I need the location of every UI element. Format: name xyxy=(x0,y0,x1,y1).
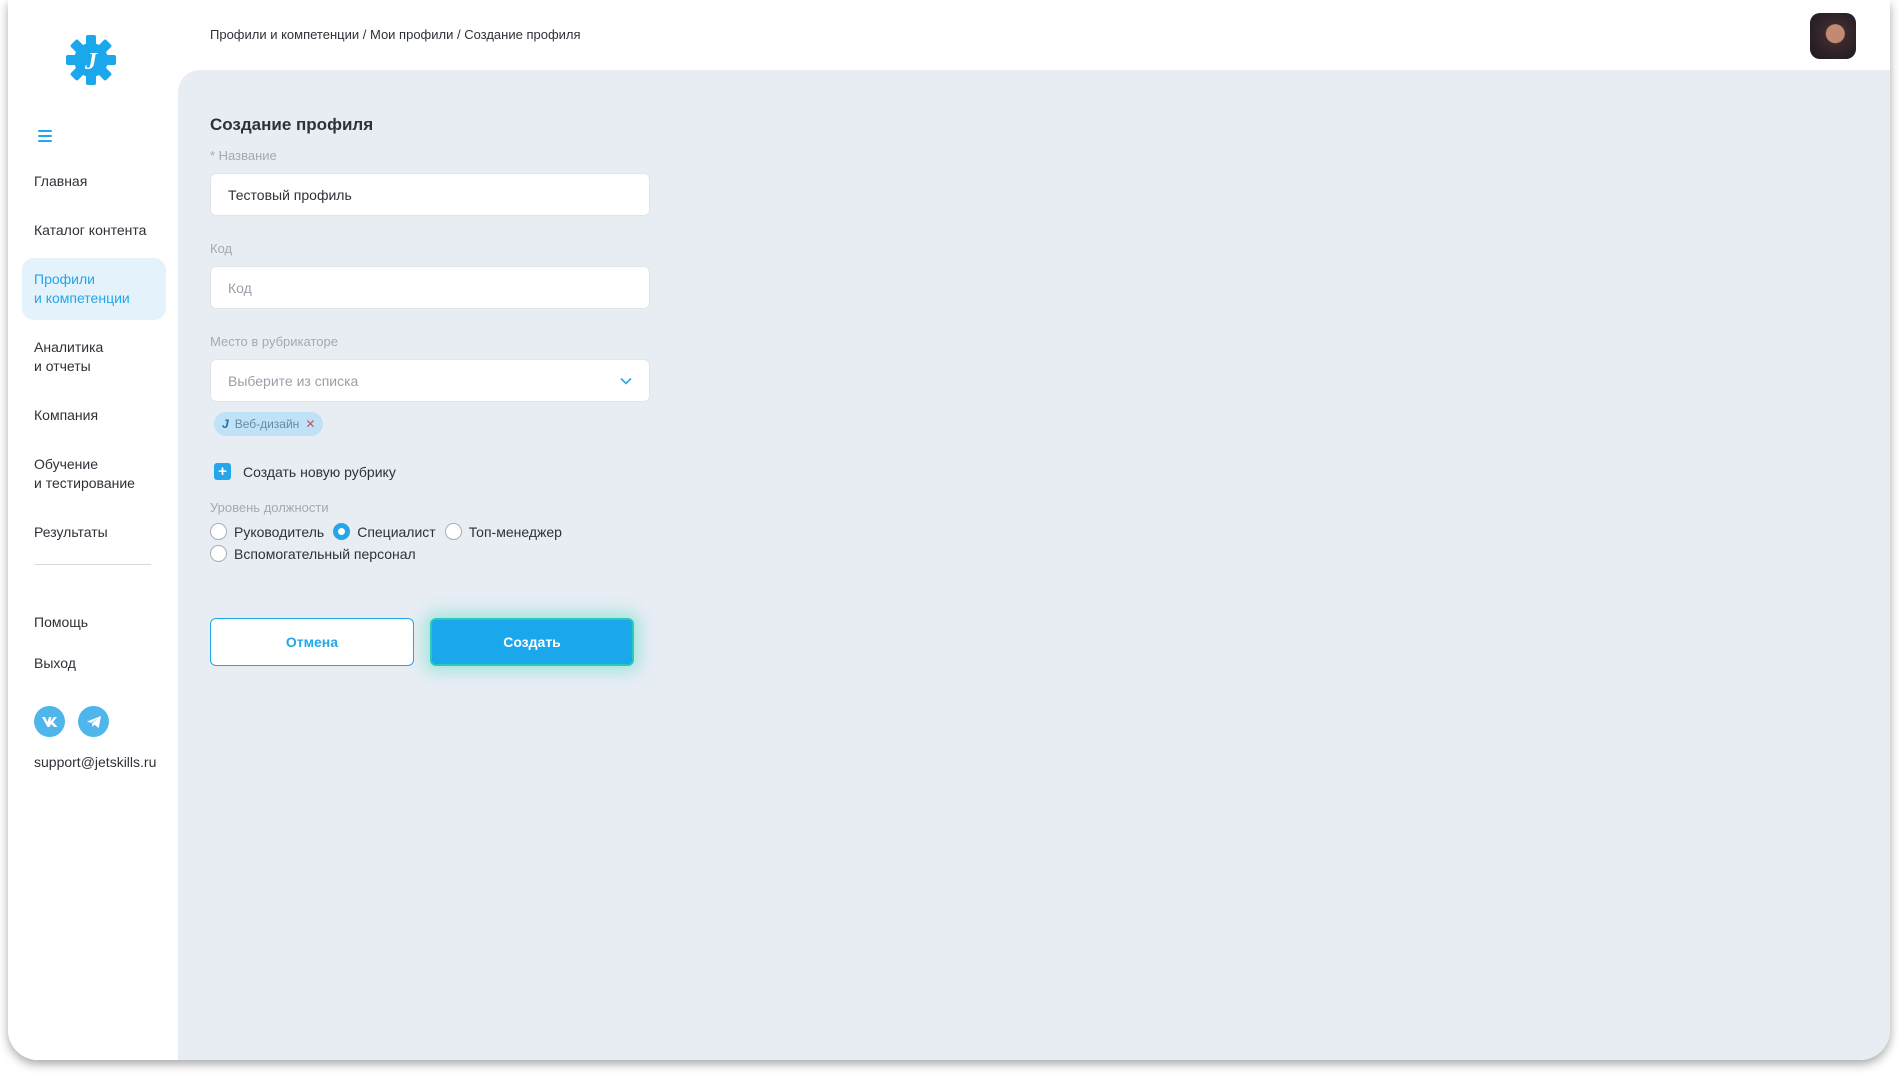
sidebar: J Главная Каталог контента Профили и ком… xyxy=(8,0,178,1060)
code-label: Код xyxy=(210,241,233,256)
sidebar-bottom-nav: Помощь Выход xyxy=(34,614,88,696)
category-chip: J Веб-дизайн ✕ xyxy=(214,412,324,436)
radio-top-manager[interactable]: Топ-менеджер xyxy=(444,523,562,540)
level-radio-group: Руководитель Специалист Топ-менеджер Всп… xyxy=(210,523,650,562)
support-email-link[interactable]: support@jetskills.ru xyxy=(34,754,156,770)
breadcrumb: Профили и компетенции / Мои профили / Со… xyxy=(210,27,581,42)
breadcrumb-separator: / xyxy=(453,27,465,42)
app-window: J Главная Каталог контента Профили и ком… xyxy=(8,0,1890,1060)
social-links xyxy=(34,706,109,737)
name-input[interactable] xyxy=(210,173,650,216)
help-link[interactable]: Помощь xyxy=(34,614,88,630)
main-content: Создание профиля * Название Код Место в … xyxy=(178,70,1890,1060)
vk-icon[interactable] xyxy=(34,706,65,737)
radio-label: Руководитель xyxy=(234,523,325,540)
sidebar-item-catalog[interactable]: Каталог контента xyxy=(22,209,166,252)
code-input[interactable] xyxy=(210,266,650,309)
telegram-icon[interactable] xyxy=(78,706,109,737)
create-category-label: Создать новую рубрику xyxy=(243,463,396,480)
form-actions: Отмена Создать xyxy=(210,618,634,666)
level-label: Уровень должности xyxy=(210,500,329,515)
avatar[interactable] xyxy=(1810,13,1856,59)
radio-label: Специалист xyxy=(357,523,436,540)
sidebar-item-results[interactable]: Результаты xyxy=(22,511,166,554)
category-select-placeholder: Выберите из списка xyxy=(228,372,359,389)
radio-manager[interactable]: Руководитель xyxy=(210,523,324,540)
page-title: Создание профиля xyxy=(210,115,374,134)
sidebar-nav: Главная Каталог контента Профили и компе… xyxy=(22,160,166,560)
radio-label: Вспомогательный персонал xyxy=(234,545,416,562)
sidebar-item-analytics[interactable]: Аналитика и отчеты xyxy=(22,326,166,388)
name-label: * Название xyxy=(210,148,277,163)
chevron-down-icon xyxy=(620,377,632,385)
breadcrumb-my-profiles[interactable]: Мои профили xyxy=(370,27,453,42)
radio-specialist[interactable]: Специалист xyxy=(333,523,436,540)
sidebar-item-learning[interactable]: Обучение и тестирование xyxy=(22,443,166,505)
chip-label: Веб-дизайн xyxy=(234,417,300,431)
sidebar-divider xyxy=(34,564,151,565)
sidebar-item-home[interactable]: Главная xyxy=(22,160,166,203)
category-label: Место в рубрикаторе xyxy=(210,334,338,349)
chip-logo-icon: J xyxy=(222,417,229,431)
chip-remove-icon[interactable]: ✕ xyxy=(305,417,315,431)
plus-icon: + xyxy=(214,463,231,480)
radio-support-staff[interactable]: Вспомогательный персонал xyxy=(210,545,416,562)
sidebar-item-profiles[interactable]: Профили и компетенции xyxy=(22,258,166,320)
radio-label: Топ-менеджер xyxy=(468,523,562,540)
profile-form: Создание профиля * Название Код Место в … xyxy=(210,115,650,567)
cancel-button[interactable]: Отмена xyxy=(210,618,414,666)
logout-link[interactable]: Выход xyxy=(34,655,88,671)
sidebar-item-company[interactable]: Компания xyxy=(22,394,166,437)
radio-circle-selected xyxy=(333,523,351,540)
radio-circle xyxy=(210,523,227,540)
hamburger-icon[interactable] xyxy=(38,130,52,142)
radio-circle xyxy=(210,545,227,562)
breadcrumb-current: Создание профиля xyxy=(464,27,581,42)
create-category-button[interactable]: + Создать новую рубрику xyxy=(214,463,650,480)
breadcrumb-separator: / xyxy=(359,27,370,42)
radio-circle xyxy=(444,523,462,540)
svg-text:J: J xyxy=(84,49,98,75)
create-button[interactable]: Создать xyxy=(430,618,634,666)
breadcrumb-profiles[interactable]: Профили и компетенции xyxy=(210,27,359,42)
gear-logo-icon[interactable]: J xyxy=(63,32,119,88)
category-select[interactable]: Выберите из списка xyxy=(210,359,650,402)
